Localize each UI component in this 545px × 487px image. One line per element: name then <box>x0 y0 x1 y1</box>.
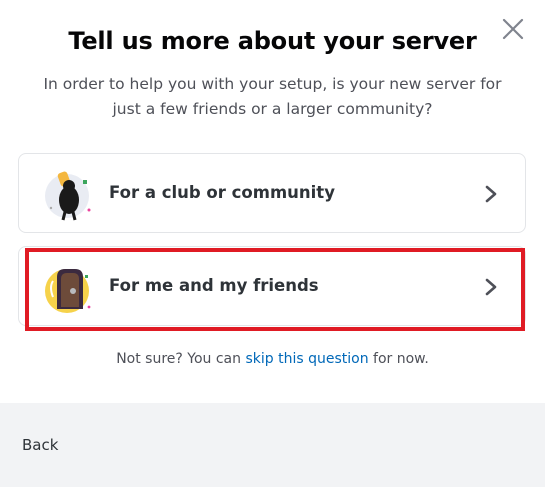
chevron-right-icon <box>485 278 497 296</box>
option-club-community[interactable]: For a club or community <box>18 153 526 233</box>
subtitle-line-1: In order to help you with your setup, is… <box>43 75 502 93</box>
skip-question-link[interactable]: skip this question <box>245 351 368 367</box>
create-server-modal: Tell us more about your server In order … <box>0 0 545 487</box>
skip-prefix: Not sure? You can <box>116 351 246 367</box>
option-me-and-friends[interactable]: For me and my friends <box>18 246 526 326</box>
option-label: For me and my friends <box>109 276 319 295</box>
club-community-illustration <box>45 171 91 221</box>
subtitle-line-2: just a few friends or a larger community… <box>112 100 433 118</box>
skip-suffix: for now. <box>368 351 429 367</box>
option-label: For a club or community <box>109 183 335 202</box>
modal-footer: Back <box>0 403 545 487</box>
back-button[interactable]: Back <box>22 436 58 454</box>
modal-subtitle: In order to help you with your setup, is… <box>20 72 525 122</box>
skip-question-text: Not sure? You can skip this question for… <box>0 351 545 367</box>
chevron-right-icon <box>485 185 497 203</box>
modal-title: Tell us more about your server <box>68 27 477 55</box>
friends-illustration <box>45 269 91 313</box>
